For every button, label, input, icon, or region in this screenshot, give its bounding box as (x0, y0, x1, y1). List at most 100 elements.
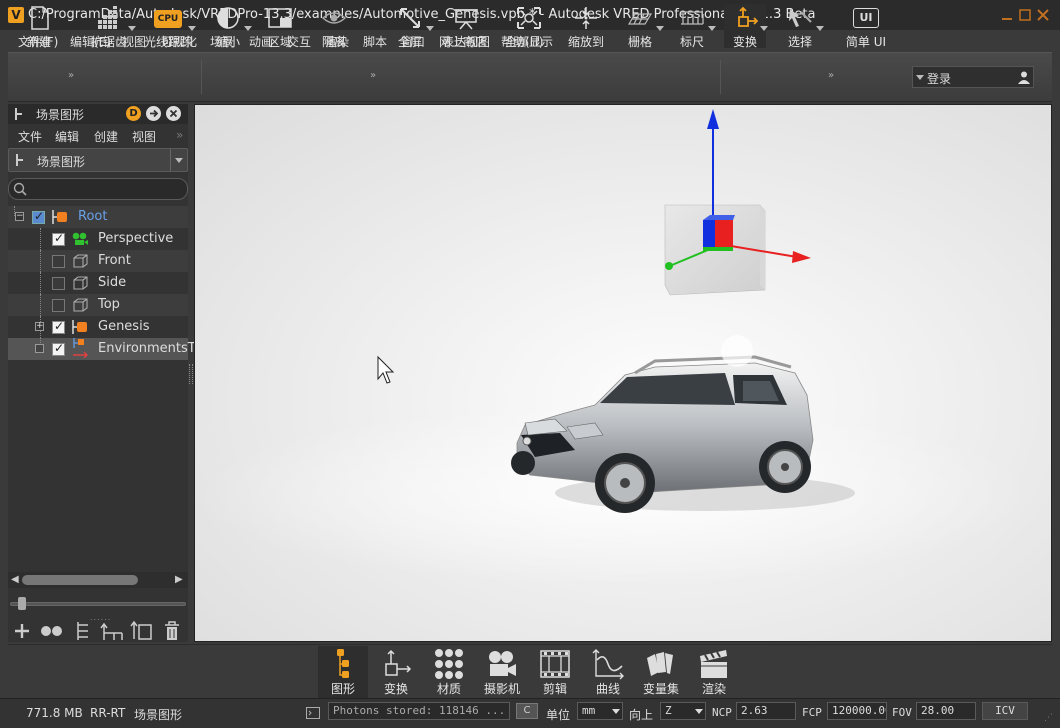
select-button[interactable]: 选择 (778, 4, 824, 49)
close-icon[interactable] (1036, 8, 1050, 22)
tree-label-top: Top (98, 297, 120, 312)
region-button[interactable]: 区域 (258, 4, 302, 49)
sg-menu-edit[interactable]: 编辑 (55, 128, 79, 145)
render-viewport[interactable] (194, 104, 1052, 642)
move-up-icon[interactable] (100, 621, 124, 641)
up-axis-value: Z (665, 704, 672, 717)
module-graph-button[interactable]: 图形 (318, 646, 368, 698)
up-axis-select[interactable]: Z (660, 702, 706, 720)
unit-select[interactable]: mm (577, 702, 623, 720)
login-dropdown[interactable]: 登录 (912, 66, 1034, 88)
show-all-button[interactable]: 全部显示 (500, 4, 558, 49)
icv-button[interactable]: ICV (982, 702, 1028, 720)
fullscreen-button[interactable]: 全屏 (388, 4, 434, 49)
isolate-button[interactable]: 隔离 (312, 4, 356, 49)
module-curve-button[interactable]: 曲线 (583, 646, 633, 698)
sg-menu-create[interactable]: 创建 (94, 128, 118, 145)
scroll-left-icon[interactable]: ◀ (11, 574, 19, 585)
toolbar-overflow-icon[interactable]: » (828, 70, 834, 81)
antialias-caret-icon[interactable] (128, 26, 136, 31)
up-axis-label: 向上 (629, 708, 654, 722)
tree-row-front[interactable]: Front (8, 250, 188, 272)
zoom-to-button[interactable]: 缩放到 (564, 4, 608, 49)
tree-hscrollbar[interactable]: ◀ ▶ (8, 572, 188, 588)
maximize-icon[interactable] (1018, 8, 1032, 22)
raytrace-button[interactable]: CPU 光线跟踪 (140, 4, 196, 49)
scenegraph-view-select[interactable]: 场景图形 (8, 148, 188, 172)
module-variant-label: 变量集 (642, 682, 679, 696)
new-button[interactable]: 新建 (14, 4, 64, 49)
fullscreen-caret-icon[interactable] (426, 26, 434, 31)
raytrace-caret-icon[interactable] (188, 26, 196, 31)
minimize-icon[interactable] (1000, 8, 1014, 22)
tree-row-root[interactable]: − Root (8, 206, 188, 228)
up-axis-caret-icon (695, 709, 703, 714)
fcp-input[interactable]: 120000.00 (827, 702, 887, 720)
tree-zoom-slider[interactable] (10, 602, 186, 606)
ruler-label: 标尺 (679, 35, 704, 49)
ncp-input[interactable]: 2.63 (736, 702, 796, 720)
tree-row-side[interactable]: Side (8, 272, 188, 294)
copy-node-icon[interactable] (130, 621, 154, 641)
module-transform-button[interactable]: 变换 (371, 646, 421, 698)
grid-button[interactable]: 栅格 (618, 4, 664, 49)
module-render-button[interactable]: 渲染 (689, 646, 739, 698)
ruler-caret-icon[interactable] (708, 26, 716, 31)
user-icon (1018, 71, 1030, 84)
sg-menu-overflow-icon[interactable]: » (176, 128, 183, 142)
delete-node-icon[interactable] (164, 621, 180, 641)
console-clear-button[interactable]: C (516, 703, 538, 719)
isolate-eye-icon (321, 12, 347, 24)
presentation-button[interactable]: 表达视图 (440, 4, 492, 49)
scenegraph-search-input[interactable] (8, 178, 188, 200)
tree-row-top[interactable]: Top (8, 294, 188, 316)
fov-input[interactable]: 28.00 (916, 702, 976, 720)
dock-d-icon[interactable]: D (126, 106, 141, 121)
ruler-button[interactable]: 标尺 (670, 4, 716, 49)
scroll-right-icon[interactable]: ▶ (175, 574, 183, 585)
antialias-label: 抗锯齿 (90, 35, 127, 49)
toggle-visibility-icon[interactable] (40, 622, 64, 640)
expand-toggle-icon[interactable] (35, 344, 44, 353)
select-caret-icon[interactable] (816, 26, 824, 31)
group-nodes-icon[interactable] (76, 621, 90, 641)
module-camera-button[interactable]: 摄影机 (477, 646, 527, 698)
simple-ui-button[interactable]: UI 简单 UI (842, 4, 890, 49)
transform-gizmo[interactable] (664, 109, 811, 296)
panel-splitter[interactable] (189, 364, 193, 384)
new-label: 新建 (26, 35, 51, 49)
unit-label: 单位 (546, 708, 571, 722)
tree-label-front: Front (98, 253, 131, 268)
resize-grip-icon[interactable]: ⋰ (1044, 713, 1053, 723)
console-output-field[interactable]: Photons stored: 118146 ... (328, 702, 510, 720)
expand-toggle-icon[interactable]: + (35, 322, 44, 331)
add-node-icon[interactable] (13, 622, 31, 640)
shrink-button[interactable]: 缩小 (206, 4, 252, 49)
module-variant-button[interactable]: 变量集 (636, 646, 686, 698)
slider-handle[interactable] (18, 597, 26, 610)
panel-close-icon[interactable] (166, 106, 181, 121)
module-clip-button[interactable]: 剪辑 (530, 646, 580, 698)
menu-script[interactable]: 脚本 (363, 33, 387, 50)
tree-label-environments: EnvironmentsTr (98, 341, 200, 356)
undock-arrow-icon[interactable] (146, 106, 161, 121)
antialias-button[interactable]: 抗锯齿 (84, 4, 136, 49)
scroll-thumb[interactable] (22, 575, 138, 585)
tree-row-genesis[interactable]: + Genesis (8, 316, 188, 338)
fcp-label: FCP (802, 706, 822, 719)
cpu-icon: CPU (154, 10, 182, 28)
shrink-caret-icon[interactable] (244, 26, 252, 31)
transform-button[interactable]: 变换 (724, 4, 768, 49)
material-module-icon (435, 649, 463, 679)
module-material-button[interactable]: 材质 (424, 646, 474, 698)
sg-menu-file[interactable]: 文件 (18, 128, 42, 145)
terminal-icon[interactable] (306, 707, 320, 719)
toolbar-overflow-icon[interactable]: » (68, 70, 74, 81)
grid-caret-icon[interactable] (656, 26, 664, 31)
tree-row-perspective[interactable]: Perspective (8, 228, 188, 250)
toolbar-overflow-icon[interactable]: » (370, 70, 376, 81)
transform-caret-icon[interactable] (760, 26, 768, 31)
sg-menu-view[interactable]: 视图 (132, 128, 156, 145)
collapse-toggle-icon[interactable]: − (15, 212, 24, 221)
tree-row-environments[interactable]: EnvironmentsTr (8, 338, 199, 360)
